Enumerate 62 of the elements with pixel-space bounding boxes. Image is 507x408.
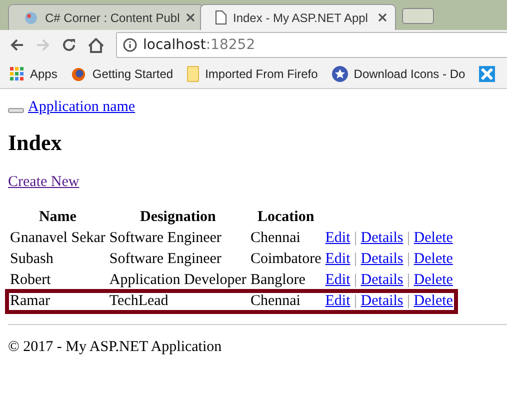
action-link[interactable]: Edit <box>325 230 350 246</box>
x-logo-icon <box>479 66 496 82</box>
navbar-toggle-button[interactable] <box>8 108 24 113</box>
action-link[interactable]: Details <box>360 272 404 288</box>
action-link[interactable]: Details <box>360 230 404 246</box>
action-link[interactable]: Edit <box>325 293 350 309</box>
home-icon[interactable] <box>88 38 104 52</box>
table-cell-text: Chennai <box>249 293 302 310</box>
table-cell: Application Developer <box>108 272 248 289</box>
table-cell-text: Chennai <box>249 230 302 247</box>
document-icon <box>215 10 227 25</box>
table-cell-text: TechLead <box>108 293 170 310</box>
table-cell-text: Ramar <box>9 293 51 310</box>
site-icon <box>23 10 39 26</box>
globe-icon <box>71 66 86 82</box>
folder-icon <box>187 66 200 82</box>
column-header: Name <box>38 209 78 226</box>
separator: | <box>406 293 412 309</box>
action-link[interactable]: Delete <box>414 293 453 309</box>
reload-icon[interactable] <box>62 38 76 52</box>
table-cell-text: Subash <box>9 251 54 268</box>
apps-grid-icon <box>10 67 24 81</box>
table-cell-text: Banglore <box>249 272 306 289</box>
bookmark-link[interactable]: Imported From Firefo <box>205 67 318 81</box>
table-cell-text: Software Engineer <box>108 230 222 247</box>
action-link[interactable]: Delete <box>414 251 453 267</box>
separator: | <box>353 251 358 267</box>
action-link[interactable]: Details <box>360 293 404 309</box>
create-new-link[interactable]: Create New <box>8 174 80 190</box>
browser-tab[interactable]: C# Corner : Content Publ <box>8 4 204 30</box>
close-icon[interactable] <box>186 13 195 22</box>
separator: | <box>353 272 358 288</box>
table-cell: Gnanavel Sekar <box>9 230 106 247</box>
url-port: :18252 <box>206 37 256 53</box>
bookmark-link[interactable]: Download Icons - Do <box>354 67 466 81</box>
separator: | <box>353 293 358 309</box>
column-header: Location <box>256 209 316 226</box>
bookmark-link[interactable]: Apps <box>30 67 58 81</box>
separator: | <box>353 230 358 246</box>
column-header: Designation <box>138 209 217 226</box>
action-link[interactable]: Edit <box>325 272 350 288</box>
action-link[interactable]: Details <box>360 251 404 267</box>
bookmark-link[interactable]: Getting Started <box>92 67 174 81</box>
table-cell-text: Robert <box>9 272 52 289</box>
back-arrow-icon[interactable] <box>10 38 24 52</box>
browser-tab[interactable]: Index - My ASP.NET Appl <box>200 4 396 30</box>
separator: | <box>406 251 412 267</box>
action-link[interactable]: Edit <box>325 251 350 267</box>
brand-link[interactable]: Application name <box>28 99 136 116</box>
page-heading: Index <box>8 130 63 156</box>
close-icon[interactable] <box>378 13 387 22</box>
separator: | <box>406 230 412 246</box>
address-bar[interactable]: localhost:18252 <box>116 32 507 58</box>
new-tab-button[interactable] <box>402 8 434 24</box>
footer-text: © 2017 - My ASP.NET Application <box>8 339 223 356</box>
table-cell: Coimbatore <box>249 251 322 268</box>
separator: | <box>406 272 412 288</box>
info-icon <box>123 38 137 52</box>
action-link[interactable]: Delete <box>414 272 453 288</box>
url-host: localhost <box>143 37 206 53</box>
table-cell-text: Software Engineer <box>108 251 222 268</box>
action-link[interactable]: Delete <box>414 230 453 246</box>
